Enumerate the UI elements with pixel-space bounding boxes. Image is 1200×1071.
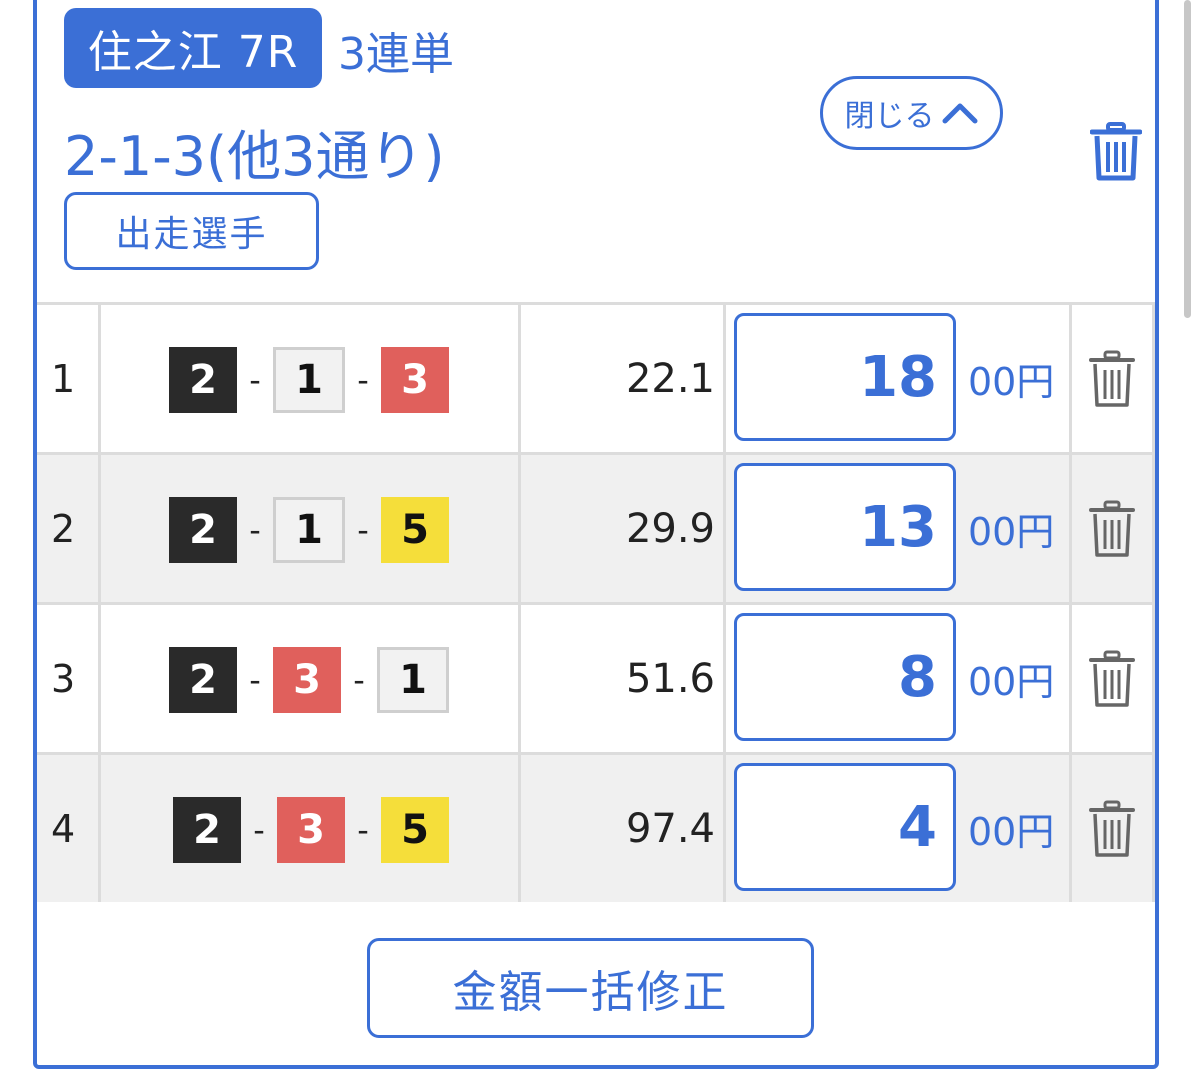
- odds-value: 51.6: [521, 605, 726, 752]
- amount-cell: 4 00円: [726, 755, 1072, 902]
- combination-cell: 2 - 3 - 1: [101, 605, 521, 752]
- bulk-edit-amount-button[interactable]: 金額一括修正: [367, 938, 814, 1038]
- trash-icon[interactable]: [1090, 122, 1142, 182]
- bet-type-label: 3連単: [338, 29, 454, 80]
- amount-input[interactable]: 13: [734, 463, 956, 591]
- combo-separator: -: [249, 661, 261, 699]
- combo-separator: -: [353, 661, 365, 699]
- combo-separator: -: [249, 361, 261, 399]
- amount-unit: 00円: [968, 510, 1055, 554]
- bets-table: 1 2 - 1 - 3 22.1 18 00円 2 2 - 1 - 5 29.9…: [37, 302, 1155, 902]
- amount-unit: 00円: [968, 360, 1055, 404]
- boat-number: 2: [173, 797, 241, 863]
- close-button-label: 閉じる: [844, 99, 935, 134]
- row-number: 4: [37, 755, 101, 902]
- players-button[interactable]: 出走選手: [64, 192, 319, 270]
- amount-input[interactable]: 4: [734, 763, 956, 891]
- combo-summary: 2-1-3(他3通り): [64, 125, 445, 188]
- row-number: 3: [37, 605, 101, 752]
- delete-cell: [1072, 305, 1155, 452]
- combination-cell: 2 - 3 - 5: [101, 755, 521, 902]
- delete-cell: [1072, 605, 1155, 752]
- boat-number: 2: [169, 347, 237, 413]
- venue-race-badge: 住之江 7R: [64, 8, 322, 88]
- combo-separator: -: [253, 811, 265, 849]
- amount-cell: 13 00円: [726, 455, 1072, 602]
- combo-separator: -: [357, 511, 369, 549]
- combo-separator: -: [357, 811, 369, 849]
- row-number: 1: [37, 305, 101, 452]
- odds-value: 97.4: [521, 755, 726, 902]
- boat-number: 3: [277, 797, 345, 863]
- combination-cell: 2 - 1 - 5: [101, 455, 521, 602]
- scrollbar[interactable]: [1184, 0, 1191, 318]
- trash-icon[interactable]: [1089, 500, 1135, 558]
- trash-icon[interactable]: [1089, 650, 1135, 708]
- amount-unit: 00円: [968, 810, 1055, 854]
- odds-value: 22.1: [521, 305, 726, 452]
- combo-separator: -: [357, 361, 369, 399]
- boat-number: 1: [273, 497, 345, 563]
- amount-input[interactable]: 8: [734, 613, 956, 741]
- boat-number: 2: [169, 497, 237, 563]
- combo-separator: -: [249, 511, 261, 549]
- boat-number: 2: [169, 647, 237, 713]
- trash-icon[interactable]: [1089, 350, 1135, 408]
- amount-cell: 18 00円: [726, 305, 1072, 452]
- boat-number: 3: [273, 647, 341, 713]
- close-button[interactable]: 閉じる: [820, 76, 1003, 150]
- delete-cell: [1072, 455, 1155, 602]
- table-row: 4 2 - 3 - 5 97.4 4 00円: [37, 752, 1155, 902]
- odds-value: 29.9: [521, 455, 726, 602]
- amount-cell: 8 00円: [726, 605, 1072, 752]
- boat-number: 5: [381, 497, 449, 563]
- chevron-up-icon: [942, 103, 977, 124]
- amount-unit: 00円: [968, 660, 1055, 704]
- amount-input[interactable]: 18: [734, 313, 956, 441]
- boat-number: 1: [377, 647, 449, 713]
- boat-number: 3: [381, 347, 449, 413]
- table-row: 1 2 - 1 - 3 22.1 18 00円: [37, 302, 1155, 452]
- delete-cell: [1072, 755, 1155, 902]
- trash-icon[interactable]: [1089, 800, 1135, 858]
- table-row: 3 2 - 3 - 1 51.6 8 00円: [37, 602, 1155, 752]
- row-number: 2: [37, 455, 101, 602]
- boat-number: 5: [381, 797, 449, 863]
- combination-cell: 2 - 1 - 3: [101, 305, 521, 452]
- boat-number: 1: [273, 347, 345, 413]
- table-row: 2 2 - 1 - 5 29.9 13 00円: [37, 452, 1155, 602]
